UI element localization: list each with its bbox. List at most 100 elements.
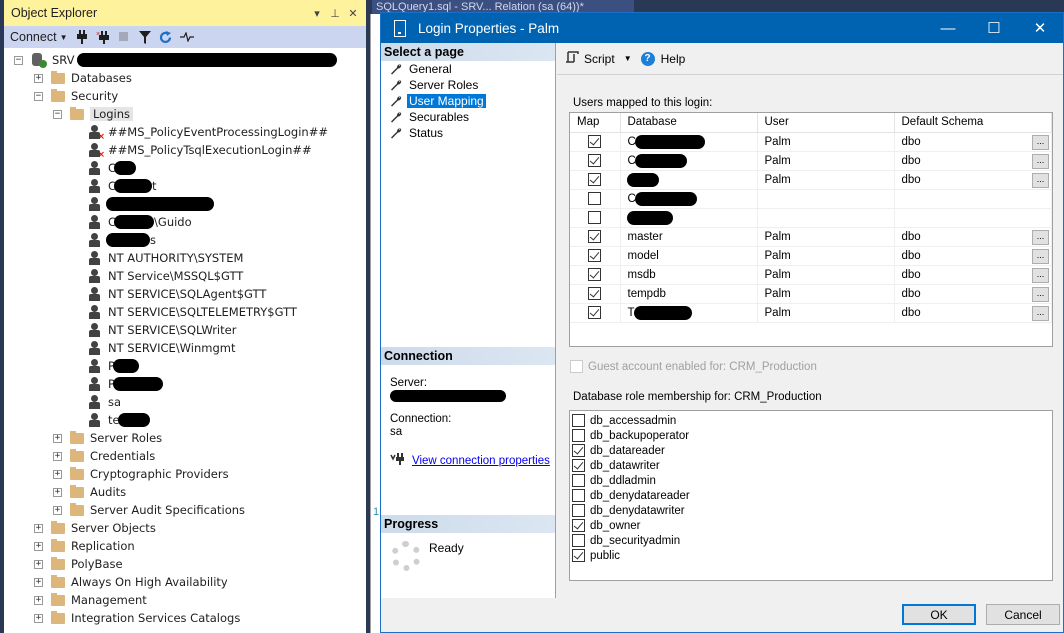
role-item-db-datawriter[interactable]: db_datawriter (570, 458, 1052, 473)
script-dropdown[interactable]: ▼ (624, 54, 632, 63)
map-checkbox[interactable] (588, 192, 602, 205)
role-checkbox[interactable] (572, 414, 585, 427)
login-item[interactable]: NT AUTHORITY\SYSTEM (88, 249, 243, 267)
user-cell[interactable]: Palm (757, 303, 895, 323)
schema-cell[interactable]: dbo... (894, 132, 1052, 152)
role-item-db-backupoperator[interactable]: db_backupoperator (570, 428, 1052, 443)
user-cell[interactable]: Palm (757, 265, 895, 285)
mapping-row[interactable]: C (570, 189, 1052, 209)
mapping-row[interactable]: Palm dbo... (570, 170, 1052, 190)
expand-icon[interactable]: + (53, 469, 62, 479)
refresh-icon[interactable] (155, 27, 176, 47)
login-item[interactable]: × ##MS_PolicyTsqlExecutionLogin## (88, 141, 312, 159)
role-item-db-securityadmin[interactable]: db_securityadmin (570, 533, 1052, 548)
map-checkbox[interactable] (588, 249, 602, 262)
connect-button[interactable]: Connect ▼ (10, 27, 71, 47)
map-checkbox[interactable] (588, 230, 602, 243)
page-item-general[interactable]: General (381, 61, 555, 77)
browse-schema-button[interactable]: ... (1032, 153, 1049, 169)
schema-cell[interactable]: dbo... (894, 265, 1052, 285)
schema-cell[interactable]: dbo... (894, 151, 1052, 171)
login-item[interactable]: Ct (88, 177, 157, 195)
browse-schema-button[interactable]: ... (1032, 229, 1049, 245)
tree-node-always-on-high-availability[interactable]: + Always On High Availability (34, 573, 228, 591)
login-item[interactable]: te (88, 411, 150, 429)
user-cell[interactable]: Palm (757, 246, 895, 266)
collapse-icon[interactable]: − (34, 91, 43, 101)
role-checkbox[interactable] (572, 519, 585, 532)
tree-node-databases[interactable]: + Databases (34, 69, 132, 87)
expand-icon[interactable]: + (34, 73, 43, 83)
schema-cell[interactable]: dbo... (894, 284, 1052, 304)
browse-schema-button[interactable]: ... (1032, 267, 1049, 283)
role-item-db-denydatareader[interactable]: db_denydatareader (570, 488, 1052, 503)
expand-icon[interactable]: + (34, 595, 43, 605)
role-checkbox[interactable] (572, 429, 585, 442)
help-button[interactable]: ? Help (640, 51, 685, 66)
role-item-public[interactable]: public (570, 548, 1052, 563)
ok-button[interactable]: OK (902, 604, 976, 625)
tree-node-audits[interactable]: + Audits (53, 483, 126, 501)
schema-cell[interactable]: dbo... (894, 227, 1052, 247)
role-checkbox[interactable] (572, 474, 585, 487)
column-header-database[interactable]: Database (620, 113, 758, 133)
role-checkbox[interactable] (572, 534, 585, 547)
tree-node-cryptographic-providers[interactable]: + Cryptographic Providers (53, 465, 229, 483)
expand-icon[interactable]: + (53, 433, 62, 443)
page-item-status[interactable]: Status (381, 125, 555, 141)
page-item-securables[interactable]: Securables (381, 109, 555, 125)
login-item[interactable]: NT SERVICE\SQLWriter (88, 321, 236, 339)
expand-icon[interactable]: + (34, 541, 43, 551)
browse-schema-button[interactable]: ... (1032, 134, 1049, 150)
user-cell[interactable] (757, 189, 895, 209)
login-item[interactable] (88, 195, 214, 213)
user-cell[interactable]: Palm (757, 284, 895, 304)
close-button[interactable]: ✕ (1017, 13, 1063, 43)
pin-icon[interactable]: ⊥ (328, 7, 342, 20)
tree-node-server-objects[interactable]: + Server Objects (34, 519, 156, 537)
schema-cell[interactable]: dbo... (894, 303, 1052, 323)
browse-schema-button[interactable]: ... (1032, 286, 1049, 302)
column-header-map[interactable]: Map (570, 113, 621, 133)
role-checkbox[interactable] (572, 459, 585, 472)
user-cell[interactable]: Palm (757, 170, 895, 190)
filter-icon[interactable] (134, 27, 155, 47)
expand-icon[interactable]: + (53, 505, 62, 515)
expand-icon[interactable]: + (34, 559, 43, 569)
role-item-db-owner[interactable]: db_owner (570, 518, 1052, 533)
login-item[interactable]: sa (88, 393, 121, 411)
user-cell[interactable] (757, 208, 895, 228)
cancel-button[interactable]: Cancel (986, 604, 1060, 625)
page-item-server-roles[interactable]: Server Roles (381, 77, 555, 93)
activity-monitor-icon[interactable] (176, 27, 197, 47)
tree-node-server-audit-specifications[interactable]: + Server Audit Specifications (53, 501, 245, 519)
connect-icon[interactable] (71, 27, 92, 47)
login-item[interactable]: NT SERVICE\SQLTELEMETRY$GTT (88, 303, 297, 321)
tree-node-replication[interactable]: + Replication (34, 537, 135, 555)
login-item[interactable]: NT Service\MSSQL$GTT (88, 267, 243, 285)
role-item-db-ddladmin[interactable]: db_ddladmin (570, 473, 1052, 488)
login-item[interactable]: P (88, 357, 139, 375)
map-checkbox[interactable] (588, 268, 602, 281)
column-header-default-schema[interactable]: Default Schema (894, 113, 1052, 133)
mapping-row[interactable]: master Palm dbo... (570, 227, 1052, 247)
dropdown-icon[interactable]: ▾ (310, 7, 324, 20)
login-item[interactable]: × ##MS_PolicyEventProcessingLogin## (88, 123, 328, 141)
role-checkbox[interactable] (572, 444, 585, 457)
schema-cell[interactable]: dbo... (894, 170, 1052, 190)
mapping-row[interactable]: T Palm dbo... (570, 303, 1052, 323)
view-connection-properties-link[interactable]: View connection properties (412, 455, 550, 468)
login-item[interactable]: C (88, 159, 137, 177)
mapping-row[interactable]: model Palm dbo... (570, 246, 1052, 266)
map-checkbox[interactable] (588, 154, 602, 167)
role-checkbox[interactable] (572, 489, 585, 502)
role-checkbox[interactable] (572, 504, 585, 517)
login-item[interactable]: NT SERVICE\Winmgmt (88, 339, 235, 357)
collapse-icon[interactable]: − (14, 55, 23, 65)
tree-node-management[interactable]: + Management (34, 591, 147, 609)
disconnect-icon[interactable]: × (92, 27, 113, 47)
tree-node-credentials[interactable]: + Credentials (53, 447, 155, 465)
column-header-user[interactable]: User (757, 113, 895, 133)
collapse-icon[interactable]: − (53, 109, 62, 119)
tree-node-security[interactable]: − Security (34, 87, 118, 105)
